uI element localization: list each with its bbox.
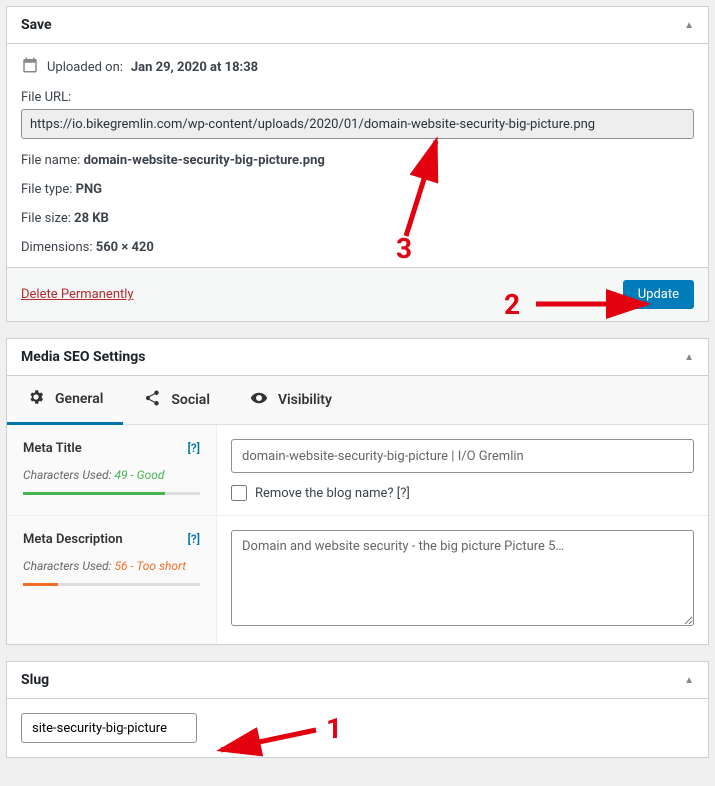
file-type-value: PNG bbox=[76, 182, 102, 197]
tab-general[interactable]: General bbox=[7, 376, 123, 425]
dimensions-label: Dimensions: bbox=[21, 240, 93, 255]
collapse-icon[interactable]: ▲ bbox=[684, 20, 694, 31]
tab-visibility[interactable]: Visibility bbox=[230, 376, 352, 424]
collapse-icon[interactable]: ▲ bbox=[684, 675, 694, 686]
seo-panel-header[interactable]: Media SEO Settings ▲ bbox=[7, 339, 708, 376]
meta-title-bar bbox=[23, 492, 165, 495]
file-name-label: File name: bbox=[21, 153, 80, 168]
eye-icon bbox=[250, 389, 268, 411]
save-panel: Save ▲ Uploaded on: Jan 29, 2020 at 18:3… bbox=[6, 6, 709, 322]
file-size-value: 28 KB bbox=[74, 211, 109, 226]
update-button[interactable]: Update bbox=[623, 280, 694, 309]
file-type-label: File type: bbox=[21, 182, 72, 197]
seo-panel-title: Media SEO Settings bbox=[21, 349, 145, 365]
meta-title-input[interactable] bbox=[231, 439, 694, 473]
tab-social-label: Social bbox=[171, 392, 210, 408]
slug-input[interactable] bbox=[21, 713, 197, 743]
file-url-input[interactable] bbox=[21, 109, 694, 139]
tab-visibility-label: Visibility bbox=[278, 392, 332, 408]
meta-title-chars-value: 49 - Good bbox=[114, 468, 164, 482]
file-name-value: domain-website-security-big-picture.png bbox=[84, 153, 325, 168]
meta-title-help[interactable]: [?] bbox=[188, 441, 200, 456]
file-url-label: File URL: bbox=[21, 90, 694, 105]
slug-panel-title: Slug bbox=[21, 672, 49, 688]
save-panel-header[interactable]: Save ▲ bbox=[7, 7, 708, 44]
share-icon bbox=[143, 389, 161, 411]
dimensions-value: 560 × 420 bbox=[96, 240, 154, 255]
uploaded-label: Uploaded on: bbox=[47, 60, 123, 75]
meta-desc-textarea[interactable] bbox=[231, 530, 694, 626]
meta-desc-help[interactable]: [?] bbox=[188, 532, 200, 547]
delete-permanently-link[interactable]: Delete Permanently bbox=[21, 287, 134, 302]
remove-blog-label: Remove the blog name? [?] bbox=[255, 486, 410, 501]
tab-social[interactable]: Social bbox=[123, 376, 230, 424]
calendar-icon bbox=[21, 56, 39, 78]
remove-blog-checkbox[interactable] bbox=[231, 485, 247, 501]
file-size-label: File size: bbox=[21, 211, 71, 226]
meta-desc-chars-label: Characters Used: bbox=[23, 559, 114, 573]
slug-panel-header[interactable]: Slug ▲ bbox=[7, 662, 708, 699]
slug-panel: Slug ▲ bbox=[6, 661, 709, 758]
meta-desc-bar bbox=[23, 583, 58, 586]
tab-general-label: General bbox=[55, 391, 103, 407]
remove-blog-row[interactable]: Remove the blog name? [?] bbox=[231, 485, 694, 501]
seo-settings-panel: Media SEO Settings ▲ General Social Visi… bbox=[6, 338, 709, 645]
save-panel-title: Save bbox=[21, 17, 52, 33]
meta-desc-chars-value: 56 - Too short bbox=[114, 559, 186, 573]
meta-title-chars-label: Characters Used: bbox=[23, 468, 114, 482]
meta-title-label: Meta Title bbox=[23, 441, 82, 456]
uploaded-value: Jan 29, 2020 at 18:38 bbox=[131, 60, 258, 75]
collapse-icon[interactable]: ▲ bbox=[684, 352, 694, 363]
meta-desc-label: Meta Description bbox=[23, 532, 123, 547]
gear-icon bbox=[27, 388, 45, 410]
